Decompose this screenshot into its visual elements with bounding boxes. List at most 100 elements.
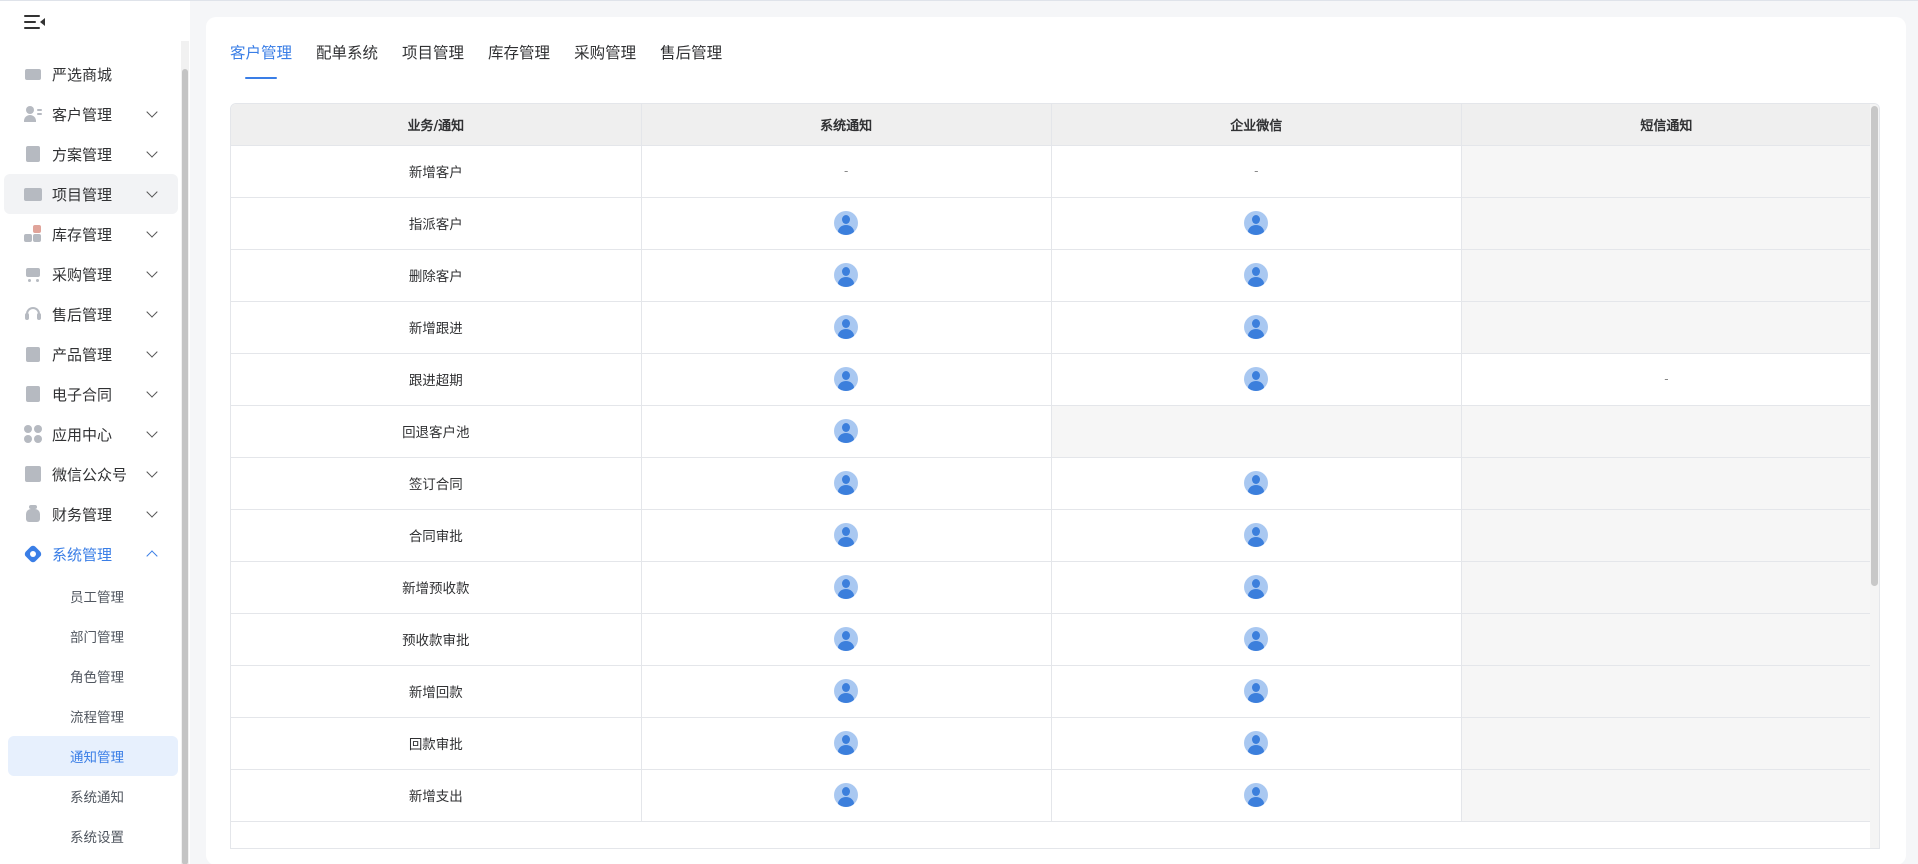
user-avatar-icon[interactable] xyxy=(834,211,859,235)
submenu-item-system-notice[interactable]: 系统通知 xyxy=(8,776,178,816)
system-cell[interactable] xyxy=(641,457,1052,510)
sidebar-item-purchase[interactable]: 采购管理 xyxy=(4,254,178,294)
wecom-cell[interactable] xyxy=(1051,613,1462,666)
chevron-down-icon xyxy=(146,266,158,278)
user-avatar-icon[interactable] xyxy=(834,575,859,599)
table-row: 新增客户 - - xyxy=(231,145,1873,198)
cart-icon xyxy=(24,265,42,283)
user-avatar-icon[interactable] xyxy=(1244,731,1269,755)
tab-customer[interactable]: 客户管理 xyxy=(230,41,292,79)
user-avatar-icon[interactable] xyxy=(1244,627,1269,651)
wecom-cell[interactable] xyxy=(1051,717,1462,770)
menu-collapse-icon[interactable] xyxy=(24,13,46,31)
wecom-cell[interactable]: - xyxy=(1051,145,1462,198)
customer-icon xyxy=(24,105,42,123)
table-row: 新增回款 xyxy=(231,665,1873,718)
sms-cell xyxy=(1461,457,1873,510)
table-row: 回退客户池 xyxy=(231,405,1873,458)
user-avatar-icon[interactable] xyxy=(834,315,859,339)
wecom-cell[interactable] xyxy=(1051,509,1462,562)
submenu-item-staff[interactable]: 员工管理 xyxy=(8,576,178,616)
wecom-cell[interactable] xyxy=(1051,301,1462,354)
user-avatar-icon[interactable] xyxy=(1244,211,1269,235)
sidebar-item-apps[interactable]: 应用中心 xyxy=(4,414,178,454)
user-avatar-icon[interactable] xyxy=(1244,471,1269,495)
system-cell[interactable] xyxy=(641,249,1052,302)
tab-purchase[interactable]: 采购管理 xyxy=(574,41,636,79)
submenu-item-workflow[interactable]: 流程管理 xyxy=(8,696,178,736)
table-scrollbar-thumb[interactable] xyxy=(1871,106,1878,586)
user-avatar-icon[interactable] xyxy=(1244,263,1269,287)
notification-table: 业务/通知 系统通知 企业微信 短信通知 新增客户 - - 指派客户 删除客户 新增跟进跟… xyxy=(230,103,1880,849)
wecom-cell[interactable] xyxy=(1051,561,1462,614)
submenu-item-settings[interactable]: 系统设置 xyxy=(8,816,178,856)
user-avatar-icon[interactable] xyxy=(834,263,859,287)
user-avatar-icon[interactable] xyxy=(834,471,859,495)
wecom-cell[interactable] xyxy=(1051,249,1462,302)
tab-aftersale[interactable]: 售后管理 xyxy=(660,41,722,79)
submenu-item-department[interactable]: 部门管理 xyxy=(8,616,178,656)
sidebar-item-project[interactable]: 项目管理 xyxy=(4,174,178,214)
wecom-cell[interactable] xyxy=(1051,197,1462,250)
table-row: 预收款审批 xyxy=(231,613,1873,666)
chevron-down-icon xyxy=(146,106,158,118)
user-avatar-icon[interactable] xyxy=(1244,679,1269,703)
wecom-cell[interactable] xyxy=(1051,353,1462,406)
sidebar-item-aftersale[interactable]: 售后管理 xyxy=(4,294,178,334)
table-row: 新增支出 xyxy=(231,769,1873,822)
system-cell[interactable] xyxy=(641,509,1052,562)
sms-cell xyxy=(1461,301,1873,354)
user-avatar-icon[interactable] xyxy=(1244,315,1269,339)
system-cell[interactable] xyxy=(641,665,1052,718)
system-cell[interactable] xyxy=(641,301,1052,354)
system-cell[interactable] xyxy=(641,613,1052,666)
user-avatar-icon[interactable] xyxy=(834,419,859,443)
submenu-item-role[interactable]: 角色管理 xyxy=(8,656,178,696)
sidebar-menu: 严选商城 客户管理 方案管理 项目管理 库存管理 采购管理 售后管理 产品管理 … xyxy=(4,54,178,856)
sms-cell xyxy=(1461,405,1873,458)
user-avatar-icon[interactable] xyxy=(1244,575,1269,599)
sidebar-item-contract[interactable]: 电子合同 xyxy=(4,374,178,414)
sidebar-item-finance[interactable]: 财务管理 xyxy=(4,494,178,534)
user-avatar-icon[interactable] xyxy=(834,731,859,755)
wecom-cell[interactable] xyxy=(1051,665,1462,718)
sidebar-item-inventory[interactable]: 库存管理 xyxy=(4,214,178,254)
user-avatar-icon[interactable] xyxy=(1244,783,1269,807)
system-cell[interactable] xyxy=(641,717,1052,770)
tab-project[interactable]: 项目管理 xyxy=(402,41,464,79)
tab-inventory[interactable]: 库存管理 xyxy=(488,41,550,79)
tab-order-system[interactable]: 配单系统 xyxy=(316,41,378,79)
sidebar-item-wechat[interactable]: 微信公众号 xyxy=(4,454,178,494)
user-avatar-icon[interactable] xyxy=(1244,367,1269,391)
chevron-down-icon xyxy=(146,226,158,238)
sidebar-item-mall[interactable]: 严选商城 xyxy=(4,54,178,94)
business-name-cell: 回款审批 xyxy=(231,717,642,770)
wecom-cell[interactable] xyxy=(1051,457,1462,510)
system-cell[interactable] xyxy=(641,561,1052,614)
column-header-wecom: 企业微信 xyxy=(1051,104,1462,146)
column-header-system-notice: 系统通知 xyxy=(641,104,1052,146)
system-cell[interactable] xyxy=(641,405,1052,458)
user-avatar-icon[interactable] xyxy=(834,523,859,547)
user-avatar-icon[interactable] xyxy=(834,627,859,651)
column-header-business: 业务/通知 xyxy=(231,104,642,146)
submenu-item-notification[interactable]: 通知管理 xyxy=(8,736,178,776)
sidebar-item-customer[interactable]: 客户管理 xyxy=(4,94,178,134)
sidebar-item-system[interactable]: 系统管理 xyxy=(4,534,178,574)
main-panel: 客户管理 配单系统 项目管理 库存管理 采购管理 售后管理 业务/通知 系统通知… xyxy=(206,17,1906,864)
user-avatar-icon[interactable] xyxy=(834,679,859,703)
system-cell[interactable] xyxy=(641,769,1052,822)
sidebar-scrollbar-thumb[interactable] xyxy=(182,69,188,864)
system-cell[interactable] xyxy=(641,353,1052,406)
sidebar-item-plan[interactable]: 方案管理 xyxy=(4,134,178,174)
sms-cell[interactable]: - xyxy=(1461,353,1873,406)
finance-icon xyxy=(24,505,42,523)
business-name-cell: 新增跟进 xyxy=(231,301,642,354)
system-cell[interactable]: - xyxy=(641,145,1052,198)
system-cell[interactable] xyxy=(641,197,1052,250)
user-avatar-icon[interactable] xyxy=(1244,523,1269,547)
sidebar-item-product[interactable]: 产品管理 xyxy=(4,334,178,374)
user-avatar-icon[interactable] xyxy=(834,367,859,391)
wecom-cell[interactable] xyxy=(1051,769,1462,822)
user-avatar-icon[interactable] xyxy=(834,783,859,807)
